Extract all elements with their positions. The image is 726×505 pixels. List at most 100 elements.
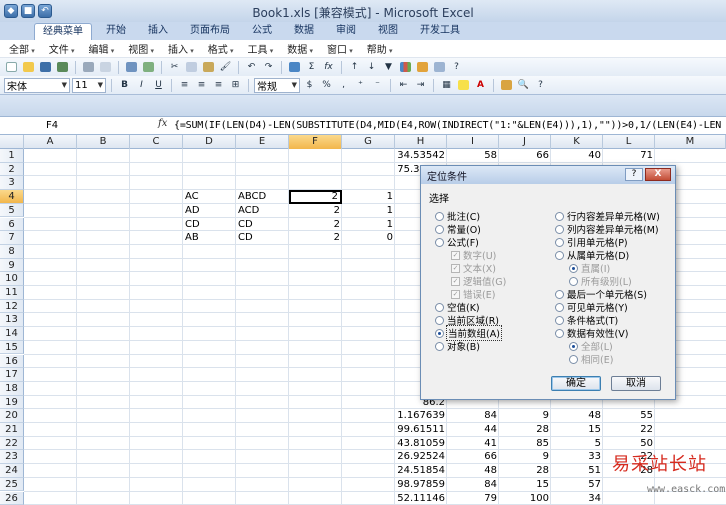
cell-i21[interactable]: 44	[447, 423, 499, 437]
cell-i25[interactable]: 84	[447, 478, 499, 492]
increase-indent-icon[interactable]: ⇥	[413, 78, 428, 92]
column-header-i[interactable]: I	[447, 135, 499, 149]
cell-f4[interactable]: 2	[289, 190, 342, 204]
option-objects[interactable]: 对象(B)	[435, 339, 480, 353]
cell-g6[interactable]: 1	[342, 218, 395, 232]
formula-input[interactable]: {=SUM(IF(LEN(D4)-LEN(SUBSTITUTE(D4,MID(E…	[174, 118, 726, 134]
menu-all[interactable]: 全部	[4, 41, 40, 56]
row-header-17[interactable]: 17	[0, 368, 24, 382]
column-header-l[interactable]: L	[603, 135, 655, 149]
option-formulas[interactable]: 公式(F)	[435, 235, 479, 249]
menu-format[interactable]: 格式	[203, 41, 239, 56]
increase-decimal-icon[interactable]: ⁺	[353, 78, 368, 92]
column-header-d[interactable]: D	[183, 135, 236, 149]
row-header-26[interactable]: 26	[0, 491, 24, 505]
row-header-14[interactable]: 14	[0, 327, 24, 341]
tab-developer[interactable]: 开发工具	[412, 23, 468, 40]
cell-h20[interactable]: 1.167639	[395, 409, 447, 423]
cell-k1[interactable]: 40	[551, 149, 603, 163]
print-preview-icon[interactable]	[98, 60, 113, 74]
cell-g4[interactable]: 1	[342, 190, 395, 204]
cell-k22[interactable]: 5	[551, 437, 603, 451]
row-header-16[interactable]: 16	[0, 354, 24, 369]
row-header-6[interactable]: 6	[0, 217, 24, 232]
menu-view[interactable]: 视图	[123, 41, 159, 56]
ok-button[interactable]: 确定	[551, 376, 601, 391]
help-icon[interactable]: ?	[533, 78, 548, 92]
option-comments[interactable]: 批注(C)	[435, 209, 480, 223]
menu-window[interactable]: 窗口	[322, 41, 358, 56]
row-header-3[interactable]: 3	[0, 176, 24, 191]
option-row-differences[interactable]: 行内容差异单元格(W)	[555, 209, 660, 223]
font-size-select[interactable]: 11 ▼	[72, 77, 106, 93]
option-data-validation[interactable]: 数据有效性(V)	[555, 326, 628, 340]
borders-icon[interactable]: ▦	[439, 78, 454, 92]
menu-tools[interactable]: 工具	[243, 41, 279, 56]
option-current-array[interactable]: 当前数组(A)	[435, 325, 502, 341]
sort-ascending-icon[interactable]: ↑	[347, 60, 362, 74]
row-header-8[interactable]: 8	[0, 244, 24, 259]
row-header-7[interactable]: 7	[0, 231, 24, 245]
column-header-j[interactable]: J	[499, 135, 551, 149]
cell-i26[interactable]: 79	[447, 492, 499, 505]
number-format-select[interactable]: 常规 ▼	[254, 77, 300, 93]
currency-icon[interactable]: $	[302, 78, 317, 92]
cell-d6[interactable]: CD	[183, 218, 236, 232]
name-box[interactable]: F4	[2, 119, 114, 133]
tab-review[interactable]: 审阅	[328, 23, 364, 40]
font-name-select[interactable]: 宋体 ▼	[4, 77, 70, 93]
option-last-cell[interactable]: 最后一个单元格(S)	[555, 287, 647, 301]
align-left-icon[interactable]: ≡	[177, 78, 192, 92]
cell-k23[interactable]: 33	[551, 450, 603, 464]
styles-icon[interactable]	[499, 78, 514, 92]
row-header-22[interactable]: 22	[0, 436, 24, 451]
format-painter-icon[interactable]: 🖌	[218, 60, 233, 74]
research-icon[interactable]	[141, 60, 156, 74]
option-current-region[interactable]: 当前区域(R)	[435, 313, 499, 327]
select-all-corner[interactable]	[0, 135, 24, 149]
column-header-c[interactable]: C	[130, 135, 183, 149]
decrease-decimal-icon[interactable]: ⁻	[370, 78, 385, 92]
align-right-icon[interactable]: ≡	[211, 78, 226, 92]
italic-button[interactable]: I	[134, 78, 149, 92]
cell-e6[interactable]: CD	[236, 218, 289, 232]
font-color-icon[interactable]: A	[473, 78, 488, 92]
option-blanks[interactable]: 空值(K)	[435, 300, 480, 314]
help-button[interactable]: ?	[625, 168, 643, 181]
cell-j21[interactable]: 28	[499, 423, 551, 437]
option-dependents[interactable]: 从属单元格(D)	[555, 248, 629, 262]
tab-page-layout[interactable]: 页面布局	[182, 23, 238, 40]
underline-button[interactable]: U	[151, 78, 166, 92]
column-header-h[interactable]: H	[395, 135, 447, 149]
column-header-f[interactable]: F	[289, 135, 342, 149]
cell-k21[interactable]: 15	[551, 423, 603, 437]
cell-i23[interactable]: 66	[447, 450, 499, 464]
cell-i1[interactable]: 58	[447, 149, 499, 163]
percent-icon[interactable]: %	[319, 78, 334, 92]
row-header-24[interactable]: 24	[0, 464, 24, 478]
cell-j22[interactable]: 85	[499, 437, 551, 451]
bold-button[interactable]: B	[117, 78, 132, 92]
column-header-a[interactable]: A	[24, 135, 77, 149]
cell-e5[interactable]: ACD	[236, 204, 289, 218]
cell-l21[interactable]: 22	[603, 423, 655, 437]
option-column-differences[interactable]: 列内容差异单元格(M)	[555, 222, 659, 236]
undo-icon[interactable]: ↶	[244, 60, 259, 74]
tab-classic-menu[interactable]: 经典菜单	[34, 23, 92, 40]
cell-k25[interactable]: 57	[551, 478, 603, 492]
option-constants[interactable]: 常量(O)	[435, 222, 481, 236]
cell-i22[interactable]: 41	[447, 437, 499, 451]
cell-i24[interactable]: 48	[447, 464, 499, 478]
cell-h1[interactable]: 34.53542	[395, 149, 447, 163]
row-header-23[interactable]: 23	[0, 450, 24, 465]
comma-style-icon[interactable]: ,	[336, 78, 351, 92]
cell-h24[interactable]: 24.51854	[395, 464, 447, 478]
function-icon[interactable]: fx	[321, 60, 336, 74]
cell-d5[interactable]: AD	[183, 204, 236, 218]
cancel-button[interactable]: 取消	[611, 376, 661, 391]
row-header-5[interactable]: 5	[0, 203, 24, 218]
cell-k26[interactable]: 34	[551, 492, 603, 505]
spelling-icon[interactable]	[124, 60, 139, 74]
column-header-m[interactable]: M	[655, 135, 726, 149]
cell-h26[interactable]: 52.11146	[395, 492, 447, 505]
